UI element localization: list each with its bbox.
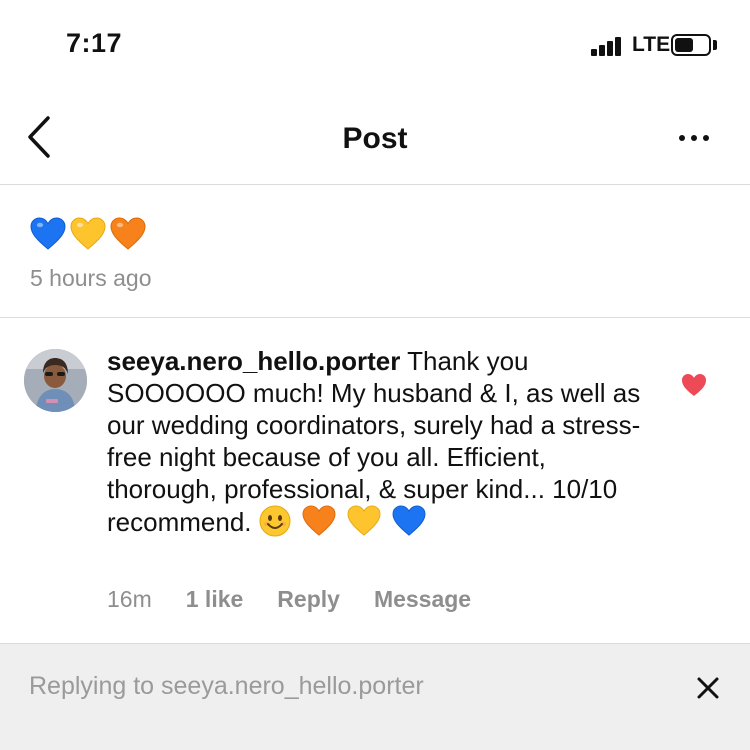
smiling-face-emoji [259, 505, 291, 537]
network-label: LTE [632, 33, 671, 56]
comment-likes-link[interactable]: 1 like [186, 586, 244, 613]
orange-heart-emoji [110, 217, 146, 250]
caption-emojis [30, 217, 146, 257]
message-button[interactable]: Message [374, 586, 471, 613]
battery-cap [713, 40, 717, 50]
post-caption: 5 hours ago [0, 185, 750, 318]
comment-trailing-emojis [259, 505, 431, 544]
post-screen: 7:17 LTE Post 5 hours ago seeya.nero_hel… [0, 0, 750, 750]
close-icon[interactable] [695, 675, 721, 701]
reply-bar: Replying to seeya.nero_hello.porter [0, 643, 750, 750]
like-heart-icon[interactable] [681, 373, 707, 397]
replying-to-label: Replying to seeya.nero_hello.porter [29, 672, 424, 700]
comment-time: 16m [107, 586, 152, 612]
comment-username[interactable]: seeya.nero_hello.porter [107, 346, 400, 376]
orange-heart-emoji [302, 505, 336, 536]
comment-text-block: seeya.nero_hello.porter Thank you SOOOOO… [107, 345, 647, 544]
blue-heart-emoji [392, 505, 426, 536]
avatar[interactable] [24, 349, 87, 412]
comment-meta: 16m 1 like Reply Message [107, 586, 471, 613]
yellow-heart-emoji [347, 505, 381, 536]
nav-header: Post [0, 90, 750, 185]
caption-timestamp: 5 hours ago [30, 265, 152, 291]
battery-icon [671, 34, 711, 56]
reply-button[interactable]: Reply [277, 586, 340, 613]
blue-heart-emoji [30, 217, 66, 250]
status-time: 7:17 [66, 28, 123, 58]
page-title: Post [342, 122, 408, 155]
battery-level [675, 38, 693, 52]
comment-item: seeya.nero_hello.porter Thank you SOOOOO… [0, 318, 750, 643]
signal-icon [591, 36, 623, 56]
yellow-heart-emoji [70, 217, 106, 250]
status-bar: 7:17 LTE [0, 0, 750, 90]
more-horizontal-icon[interactable] [676, 130, 712, 146]
